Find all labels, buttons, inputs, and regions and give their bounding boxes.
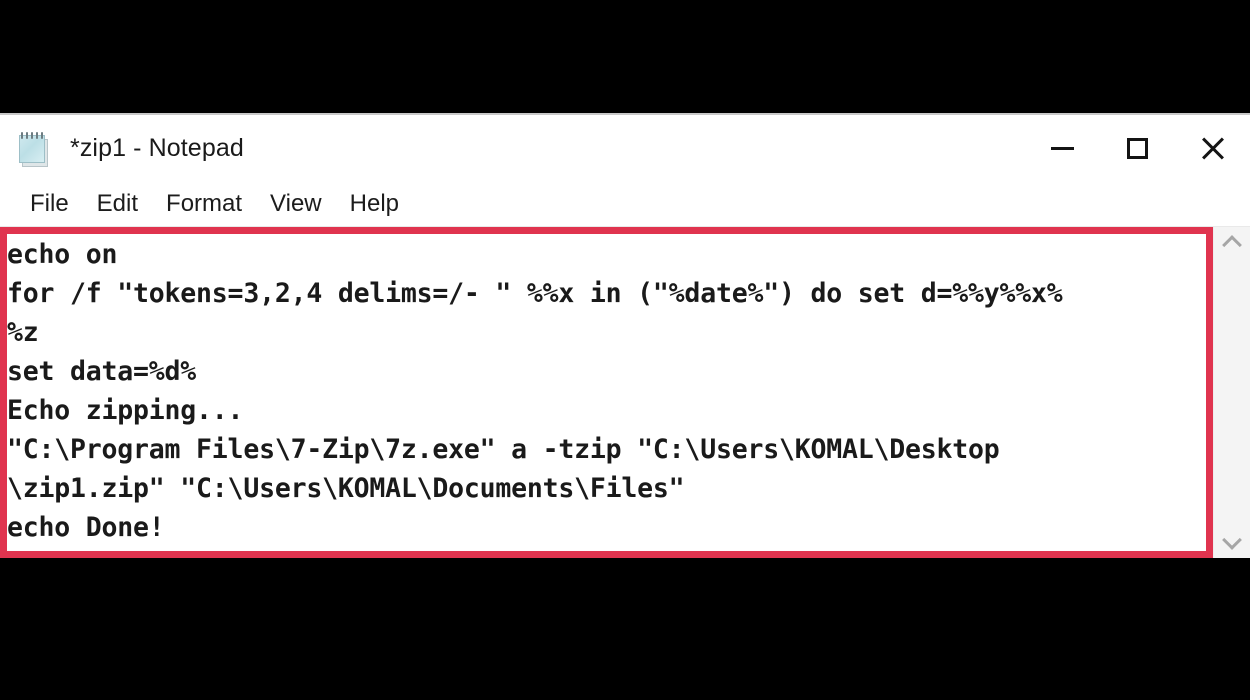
menu-item-help[interactable]: Help [336, 190, 413, 218]
scroll-down-button[interactable] [1214, 526, 1250, 558]
screen: *zip1 - Notepad File Edit Format View He… [0, 0, 1250, 700]
window-title: *zip1 - Notepad [70, 134, 244, 162]
menu-item-format[interactable]: Format [152, 190, 256, 218]
scrollbar-track[interactable] [1213, 259, 1250, 526]
notepad-window: *zip1 - Notepad File Edit Format View He… [0, 113, 1250, 558]
editor-area: echo on for /f "tokens=3,2,4 delims=/- "… [0, 227, 1250, 558]
menu-item-edit[interactable]: Edit [83, 190, 152, 218]
scroll-up-button[interactable] [1214, 227, 1250, 259]
notepad-icon [19, 131, 53, 168]
close-button[interactable] [1175, 115, 1250, 182]
maximize-button[interactable] [1100, 115, 1175, 182]
minimize-icon [1051, 147, 1074, 150]
title-bar[interactable]: *zip1 - Notepad [0, 115, 1250, 182]
menu-bar: File Edit Format View Help [0, 182, 1250, 227]
minimize-button[interactable] [1025, 115, 1100, 182]
window-controls [1025, 115, 1250, 182]
vertical-scrollbar[interactable] [1213, 227, 1250, 558]
menu-item-view[interactable]: View [256, 190, 336, 218]
letterbox-bottom [0, 558, 1250, 700]
maximize-icon [1127, 138, 1148, 159]
chevron-up-icon [1222, 235, 1242, 255]
close-icon [1200, 136, 1226, 162]
text-editor[interactable]: echo on for /f "tokens=3,2,4 delims=/- "… [7, 235, 1206, 550]
chevron-down-icon [1222, 530, 1242, 550]
menu-item-file[interactable]: File [16, 190, 83, 218]
letterbox-top [0, 0, 1250, 113]
